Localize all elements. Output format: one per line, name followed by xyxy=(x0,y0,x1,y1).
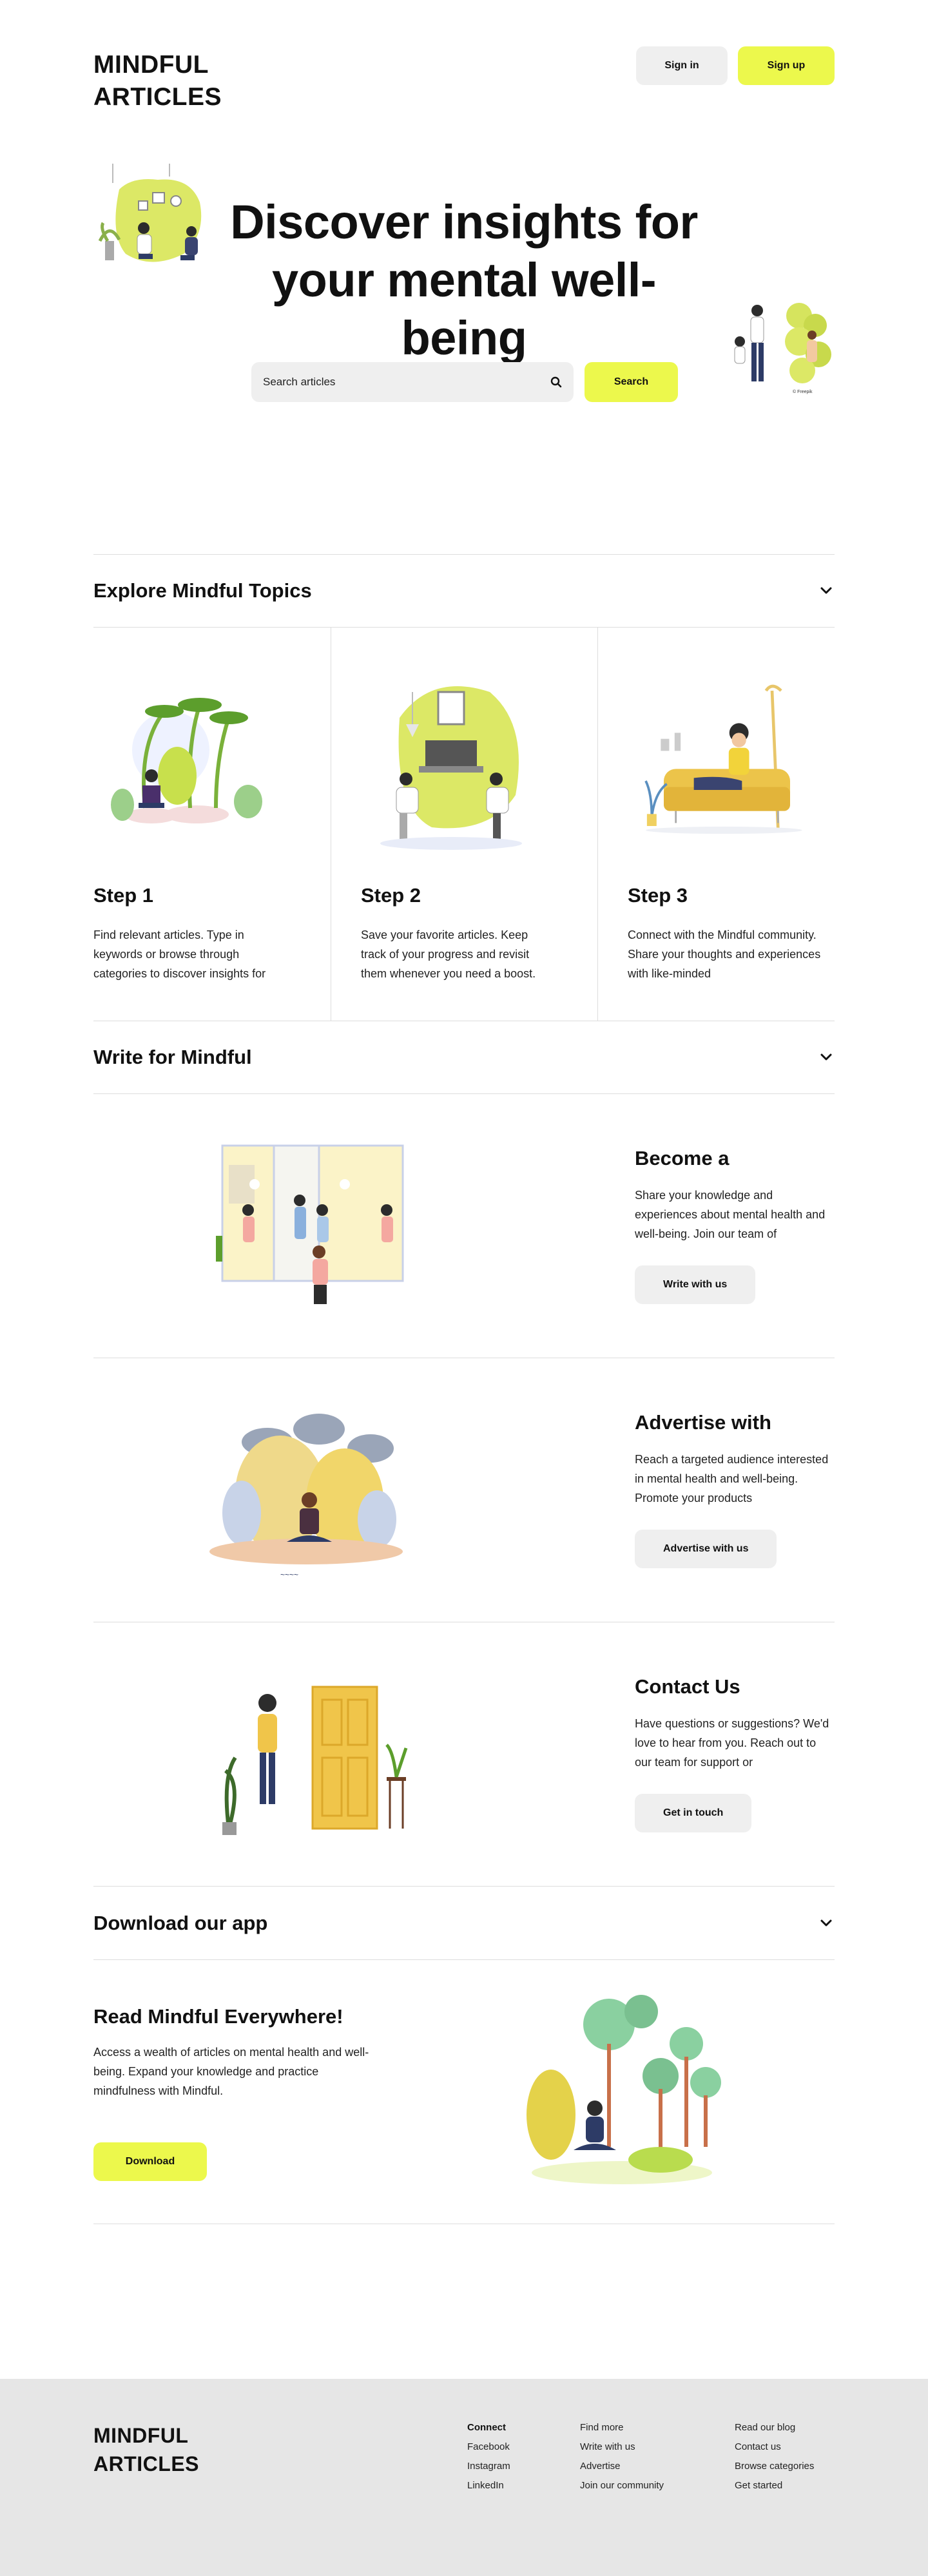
footer-column-blog: Read our blog Contact us Browse categori… xyxy=(735,2420,814,2493)
auth-buttons: Sign in Sign up xyxy=(636,46,835,85)
footer-link-get-started[interactable]: Get started xyxy=(735,2478,814,2493)
site-header: MINDFUL ARTICLES Sign in Sign up xyxy=(93,0,835,135)
row-title: Contact Us xyxy=(635,1675,740,1698)
footer-link-categories[interactable]: Browse categories xyxy=(735,2459,814,2474)
step2-illustration xyxy=(380,686,522,850)
footer-column-find-more: Find more Write with us Advertise Join o… xyxy=(580,2420,664,2493)
become-text-block: Become a Share your knowledge and experi… xyxy=(635,1147,835,1304)
footer-column-connect: Connect Facebook Instagram LinkedIn xyxy=(467,2420,510,2493)
chevron-down-icon[interactable] xyxy=(818,1049,835,1066)
steps-grid: Step 1 Find relevant articles. Type in k… xyxy=(93,628,835,1021)
step3-illustration xyxy=(644,684,802,834)
sign-up-button[interactable]: Sign up xyxy=(738,46,835,85)
step-text: Connect with the Mindful community. Shar… xyxy=(628,928,821,980)
app-title: Read Mindful Everywhere! xyxy=(93,2005,343,2028)
row-title: Advertise with xyxy=(635,1411,771,1434)
app-section: Read Mindful Everywhere! Access a wealth… xyxy=(93,1960,835,2224)
step-text: Find relevant articles. Type in keywords… xyxy=(93,928,266,980)
row-text: Reach a targeted audience interested in … xyxy=(635,1453,829,1504)
app-section-header[interactable]: Download our app xyxy=(93,1887,835,1960)
get-in-touch-button[interactable]: Get in touch xyxy=(635,1794,752,1832)
search-input[interactable] xyxy=(263,376,550,389)
write-row: Contact Us Have questions or suggestions… xyxy=(93,1622,835,1887)
footer-link-advertise[interactable]: Advertise xyxy=(580,2459,664,2474)
footer-link-instagram[interactable]: Instagram xyxy=(467,2459,510,2474)
chevron-down-icon[interactable] xyxy=(818,582,835,599)
footer-link-write[interactable]: Write with us xyxy=(580,2439,664,2454)
svg-text:~~~~: ~~~~ xyxy=(280,1570,298,1579)
step-text: Save your favorite articles. Keep track … xyxy=(361,928,536,980)
write-row: ~~~~ Advertise with Reach a targeted aud… xyxy=(93,1358,835,1622)
step1-illustration xyxy=(111,698,262,823)
hero-illustration-left xyxy=(98,164,202,262)
app-text: Access a wealth of articles on mental he… xyxy=(93,2046,369,2097)
row-text: Have questions or suggestions? We'd love… xyxy=(635,1717,829,1769)
write-with-us-button[interactable]: Write with us xyxy=(635,1265,756,1304)
logo[interactable]: MINDFUL ARTICLES xyxy=(93,49,222,113)
chevron-down-icon[interactable] xyxy=(818,1915,835,1932)
download-button[interactable]: Download xyxy=(93,2142,207,2181)
footer-link-contact[interactable]: Contact us xyxy=(735,2439,814,2454)
step-title: Step 2 xyxy=(361,884,421,907)
advertise-with-us-button[interactable]: Advertise with us xyxy=(635,1530,777,1568)
footer-logo[interactable]: MINDFUL ARTICLES xyxy=(93,2421,199,2478)
row-text: Share your knowledge and experiences abo… xyxy=(635,1189,826,1240)
footer-link-blog[interactable]: Read our blog xyxy=(735,2420,814,2435)
write-heading: Write for Mindful xyxy=(93,1046,252,1068)
footer-link-find-more[interactable]: Find more xyxy=(580,2420,664,2435)
footer-heading: Connect xyxy=(467,2422,506,2433)
hero-illustration-right: © Freepik xyxy=(734,303,831,394)
contact-illustration xyxy=(222,1686,408,1835)
svg-text:© Freepik: © Freepik xyxy=(793,389,813,394)
advertise-text-block: Advertise with Reach a targeted audience… xyxy=(635,1411,835,1568)
search-button[interactable]: Search xyxy=(585,362,678,402)
app-illustration xyxy=(527,1995,721,2184)
step-card: Step 3 Connect with the Mindful communit… xyxy=(597,628,835,1021)
footer-link-linkedin[interactable]: LinkedIn xyxy=(467,2478,510,2493)
footer-link-facebook[interactable]: Facebook xyxy=(467,2439,510,2454)
footer-link-community[interactable]: Join our community xyxy=(580,2478,664,2493)
sign-in-button[interactable]: Sign in xyxy=(636,46,728,85)
hero-section: Discover insights for your mental well-b… xyxy=(93,135,835,554)
step-card: Step 1 Find relevant articles. Type in k… xyxy=(93,628,331,1021)
explore-heading: Explore Mindful Topics xyxy=(93,579,312,602)
search-icon[interactable] xyxy=(550,376,562,388)
write-row: Become a Share your knowledge and experi… xyxy=(93,1094,835,1358)
step-title: Step 1 xyxy=(93,884,154,907)
app-heading: Download our app xyxy=(93,1911,268,1934)
write-section-header[interactable]: Write for Mindful xyxy=(93,1021,835,1094)
advertise-illustration: ~~~~ xyxy=(209,1414,403,1579)
row-title: Become a xyxy=(635,1147,730,1169)
search-field[interactable] xyxy=(251,362,574,402)
step-title: Step 3 xyxy=(628,884,688,907)
site-footer: MINDFUL ARTICLES Connect Facebook Instag… xyxy=(0,2379,928,2576)
become-illustration xyxy=(216,1144,404,1304)
explore-section-header[interactable]: Explore Mindful Topics xyxy=(93,554,835,628)
hero-title: Discover insights for your mental well-b… xyxy=(230,195,698,365)
contact-text-block: Contact Us Have questions or suggestions… xyxy=(635,1675,835,1832)
step-card: Step 2 Save your favorite articles. Keep… xyxy=(331,628,597,1021)
